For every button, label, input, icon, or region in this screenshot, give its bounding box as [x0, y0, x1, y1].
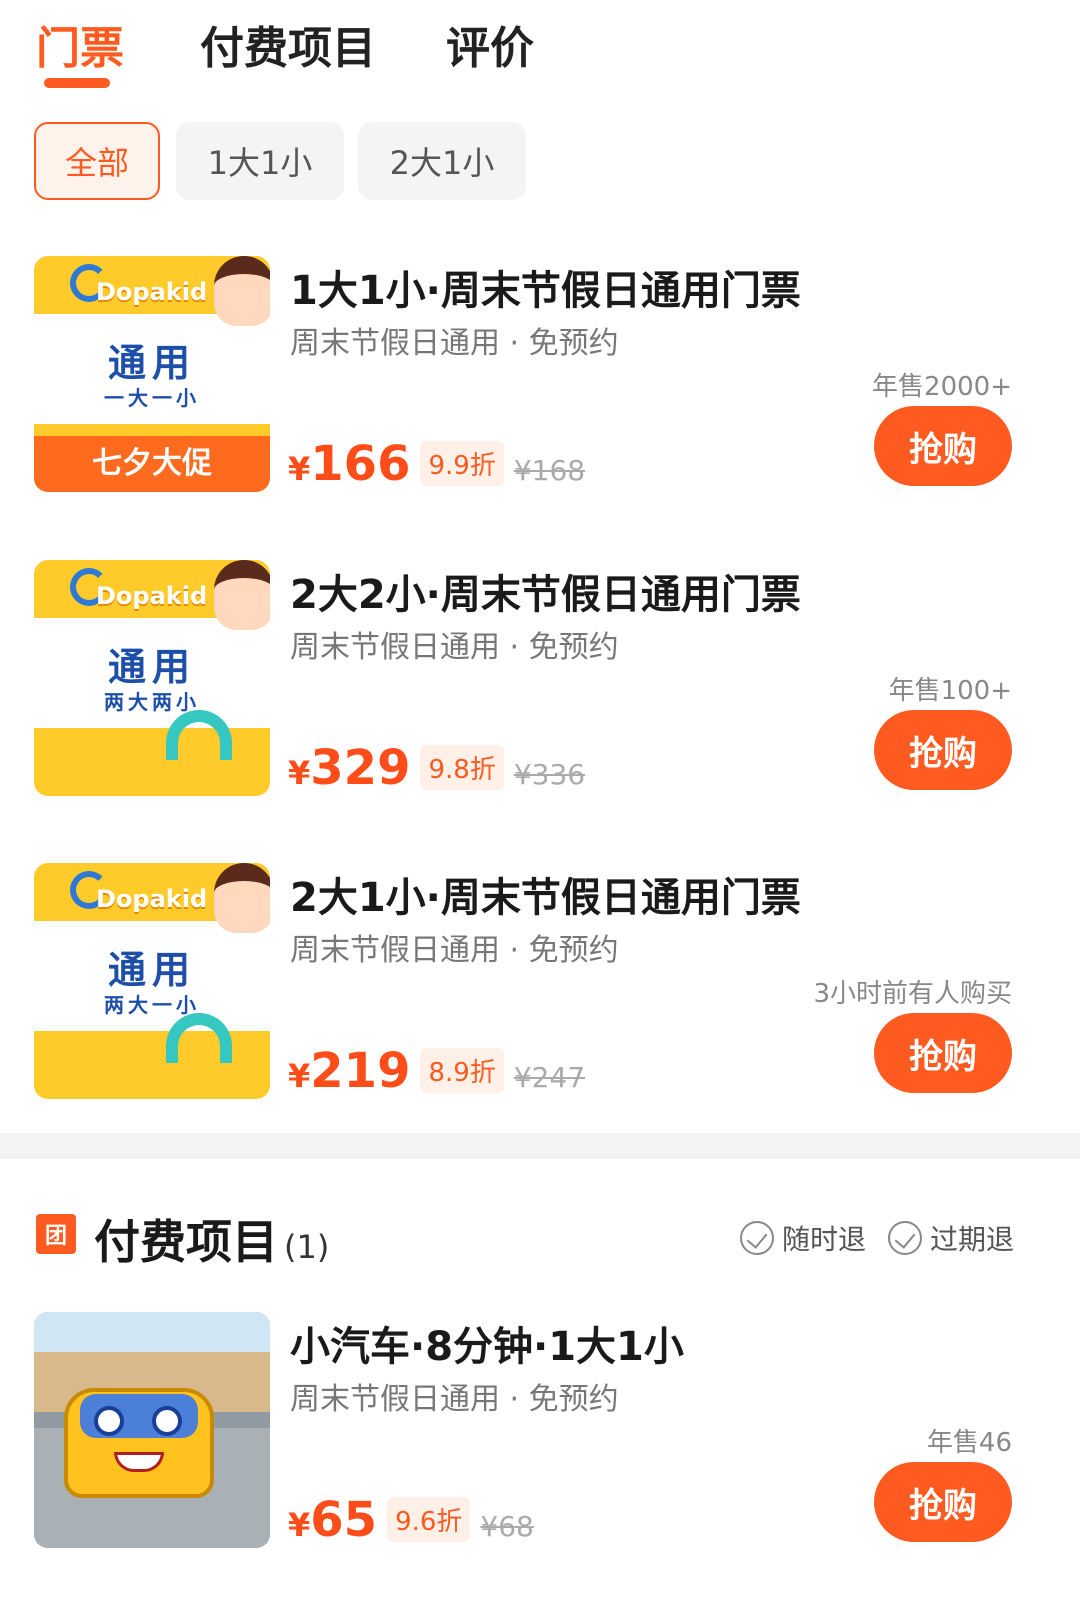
buy-button[interactable]: 抢购	[874, 1013, 1012, 1093]
top-tabs: 门票 付费项目 评价	[0, 0, 1080, 100]
ticket-title[interactable]: 1大1小·周末节假日通用门票	[290, 258, 801, 316]
ticket-subtitle: 周末节假日通用 · 免预约	[290, 630, 619, 665]
ticket-card[interactable]: Dopakid 通用 两大一小 2大1小·周末节假日通用门票 周末节假日通用 ·…	[0, 863, 1080, 1103]
policy-refund-expired: 过期退	[888, 1218, 1014, 1258]
car-eye-icon	[94, 1406, 124, 1436]
thumbnail-big-text: 通用	[107, 948, 196, 992]
ticket-thumbnail[interactable]: Dopakid 通用 两大两小	[34, 560, 270, 796]
paid-item-title[interactable]: 小汽车·8分钟·1大1小	[290, 1314, 684, 1372]
mascot-girl-icon	[214, 863, 270, 933]
filter-chip-all[interactable]: 全部	[34, 122, 160, 200]
ticket-sales: 年售2000+	[872, 372, 1012, 402]
thumbnail-brand: Dopakid	[96, 885, 208, 913]
currency-symbol: ¥	[288, 450, 311, 488]
ticket-sales: 3小时前有人购买	[813, 979, 1012, 1009]
currency-symbol: ¥	[288, 1506, 311, 1544]
ticket-price: 329	[310, 740, 411, 796]
ticket-title[interactable]: 2大1小·周末节假日通用门票	[290, 865, 801, 923]
paid-item-card[interactable]: 小汽车·8分钟·1大1小 周末节假日通用 · 免预约 年售46 ¥ 65 9.6…	[0, 1312, 1080, 1552]
filter-chip-2-adults-1-child[interactable]: 2大1小	[358, 122, 526, 200]
ticket-card[interactable]: Dopakid 通用 一大一小 七夕大促 1大1小·周末节假日通用门票 周末节假…	[0, 256, 1080, 496]
thumbnail-big-text: 通用	[107, 645, 196, 689]
thumbnail-brand: Dopakid	[96, 278, 208, 306]
thumbnail-small-text: 两大一小	[104, 993, 200, 1017]
discount-badge: 8.9折	[420, 1048, 504, 1093]
thumbnail-small-text: 两大两小	[104, 690, 200, 714]
car-eye-icon	[152, 1406, 182, 1436]
price-row: ¥ 166 9.9折 ¥168	[288, 436, 585, 492]
discount-badge: 9.9折	[420, 441, 504, 486]
thumbnail-promo-banner: 七夕大促	[34, 436, 270, 492]
ticket-title[interactable]: 2大2小·周末节假日通用门票	[290, 562, 801, 620]
price-row: ¥ 65 9.6折 ¥68	[288, 1492, 534, 1548]
original-price: ¥336	[513, 758, 586, 791]
tab-paid-items[interactable]: 付费项目	[200, 12, 376, 76]
price-row: ¥ 219 8.9折 ¥247	[288, 1043, 585, 1099]
buy-button[interactable]: 抢购	[874, 1462, 1012, 1542]
ticket-sales: 年售100+	[888, 676, 1012, 706]
ticket-subtitle: 周末节假日通用 · 免预约	[290, 326, 619, 361]
thumbnail-big-text: 通用	[107, 341, 196, 385]
buy-button[interactable]: 抢购	[874, 710, 1012, 790]
paid-item-price: 65	[310, 1492, 378, 1548]
discount-badge: 9.6折	[387, 1497, 471, 1542]
currency-symbol: ¥	[288, 754, 311, 792]
group-buy-icon: 团	[36, 1214, 76, 1254]
original-price: ¥168	[513, 454, 586, 487]
mascot-girl-icon	[214, 560, 270, 630]
tab-tickets[interactable]: 门票	[36, 12, 124, 76]
active-tab-indicator	[44, 78, 110, 88]
ticket-price: 166	[310, 436, 411, 492]
section-title-text: 付费项目	[94, 1215, 278, 1269]
ticket-thumbnail[interactable]: Dopakid 通用 一大一小 七夕大促	[34, 256, 270, 492]
policy-refund-anytime: 随时退	[740, 1218, 866, 1258]
thumbnail-brand: Dopakid	[96, 582, 208, 610]
check-circle-icon	[888, 1221, 922, 1255]
paid-item-sales: 年售46	[926, 1428, 1012, 1458]
policy-label: 随时退	[782, 1223, 867, 1256]
section-count: (1)	[284, 1228, 330, 1266]
section-title: 付费项目 (1)	[94, 1206, 329, 1272]
check-circle-icon	[740, 1221, 774, 1255]
mascot-girl-icon	[214, 256, 270, 326]
discount-badge: 9.8折	[420, 745, 504, 790]
original-price: ¥68	[480, 1510, 534, 1543]
buy-button[interactable]: 抢购	[874, 406, 1012, 486]
thumbnail-small-text: 一大一小	[104, 386, 200, 410]
ticket-subtitle: 周末节假日通用 · 免预约	[290, 933, 619, 968]
ticket-card[interactable]: Dopakid 通用 两大两小 2大2小·周末节假日通用门票 周末节假日通用 ·…	[0, 560, 1080, 800]
original-price: ¥247	[513, 1061, 586, 1094]
price-row: ¥ 329 9.8折 ¥336	[288, 740, 585, 796]
filter-chip-1-adult-1-child[interactable]: 1大1小	[176, 122, 344, 200]
paid-item-thumbnail[interactable]	[34, 1312, 270, 1548]
ticket-thumbnail[interactable]: Dopakid 通用 两大一小	[34, 863, 270, 1099]
paid-item-subtitle: 周末节假日通用 · 免预约	[290, 1382, 619, 1417]
section-divider	[0, 1133, 1080, 1159]
policy-label: 过期退	[930, 1223, 1015, 1256]
currency-symbol: ¥	[288, 1057, 311, 1095]
ticket-price: 219	[310, 1043, 411, 1099]
tab-reviews[interactable]: 评价	[446, 12, 534, 76]
